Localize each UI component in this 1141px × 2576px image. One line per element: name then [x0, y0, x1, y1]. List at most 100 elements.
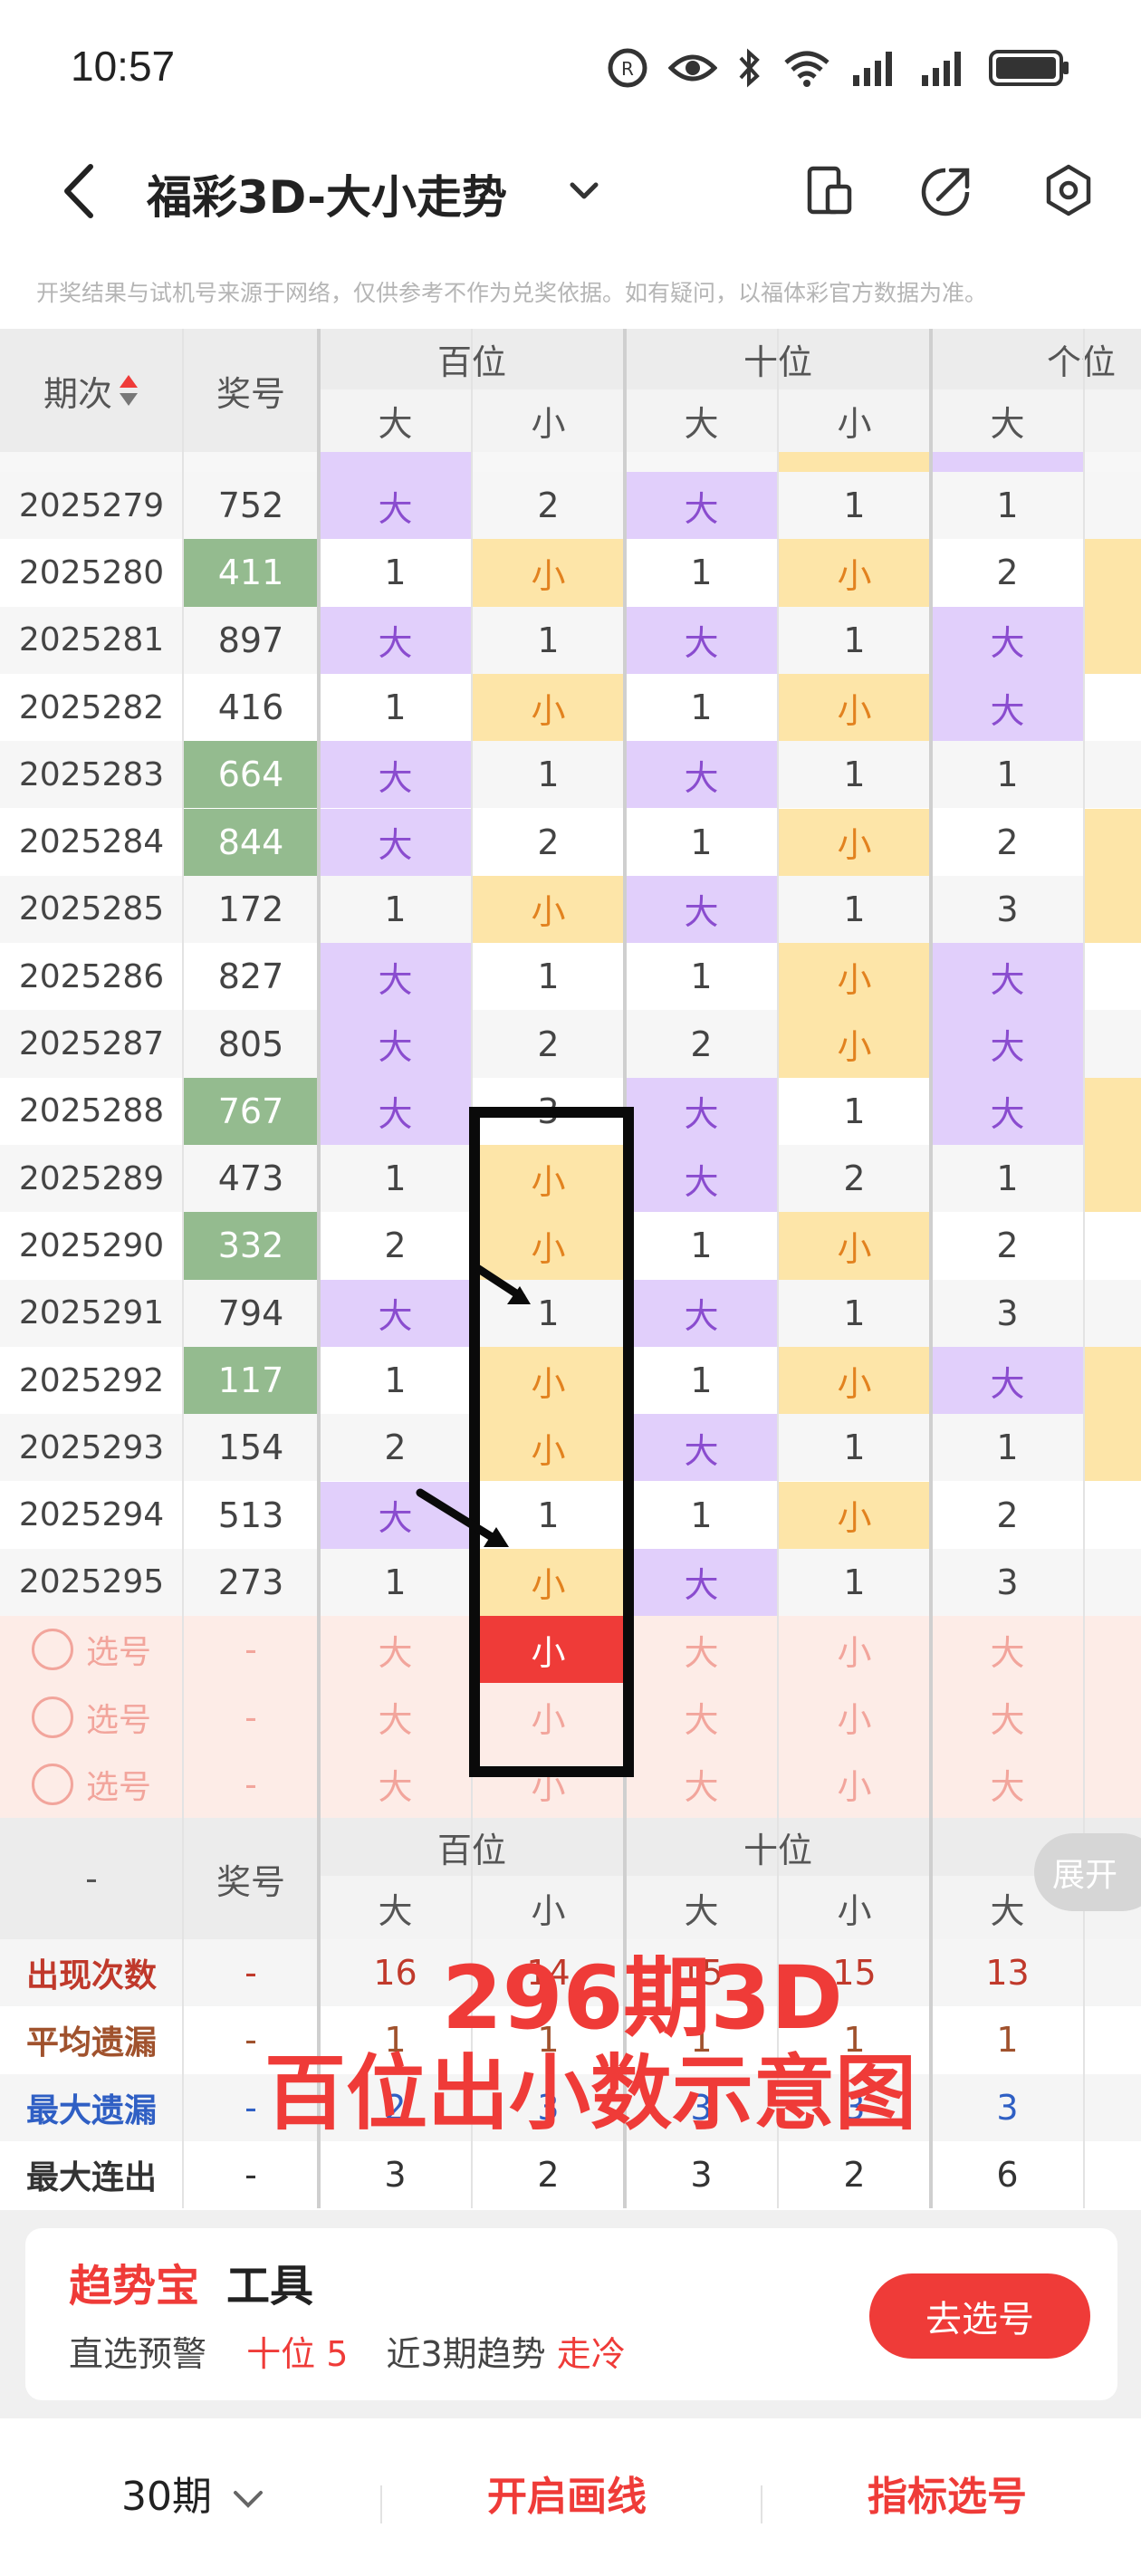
- number-column-header: 奖号: [216, 373, 285, 414]
- period-selector[interactable]: 30期: [121, 2464, 266, 2522]
- omission-count: 1: [996, 755, 1019, 795]
- omission-count: 1: [843, 1562, 866, 1602]
- omission-count: 2: [537, 485, 560, 526]
- trend-mark: 大: [319, 1010, 472, 1078]
- chevron-down-icon[interactable]: [561, 168, 607, 214]
- radio-circle-icon[interactable]: [31, 1763, 73, 1805]
- pick-row-label: 选号: [85, 1768, 151, 1806]
- summary-dash: -: [244, 2155, 257, 2196]
- omission-count: 1: [843, 620, 866, 660]
- period-header-label: 期次: [43, 373, 112, 414]
- trend-mark: 小: [778, 539, 931, 607]
- trend-mark: 小: [472, 875, 625, 944]
- eye-icon: [668, 54, 717, 82]
- device-switch-icon[interactable]: [801, 161, 858, 219]
- draw-line-button[interactable]: 开启画线: [487, 2464, 647, 2522]
- page-title[interactable]: 福彩3D-大小走势: [147, 161, 507, 226]
- period-cell: 2025286: [18, 957, 165, 995]
- period-cell: 2025293: [18, 1428, 165, 1466]
- pick-option[interactable]: 大: [625, 1616, 778, 1683]
- pick-row-toggle[interactable]: 选号: [0, 1616, 183, 1683]
- omission-count: 1: [843, 755, 866, 795]
- trend-mark: 小: [778, 1481, 931, 1549]
- pick-option[interactable]: 大: [319, 1616, 472, 1683]
- period-cell: 2025287: [18, 1025, 165, 1063]
- pick-option[interactable]: 大: [319, 1751, 472, 1818]
- pick-option[interactable]: 大: [931, 1683, 1084, 1750]
- trend-mark: 大: [319, 1279, 472, 1347]
- omission-count: 2: [996, 1495, 1019, 1535]
- omission-count: 1: [384, 889, 407, 929]
- trend-mark: 大: [625, 1145, 778, 1213]
- omission-count: 1: [996, 1158, 1019, 1199]
- partial-cell: [1084, 1549, 1141, 1616]
- partial-cell: [1084, 1280, 1141, 1347]
- grid-line: [929, 329, 933, 2209]
- pick-option[interactable]: 小: [778, 1683, 931, 1750]
- omission-count: 2: [384, 1427, 407, 1468]
- partial-cell: [1084, 674, 1141, 741]
- period-column-header[interactable]: 期次: [0, 329, 183, 452]
- sort-icon[interactable]: [118, 372, 139, 409]
- number-cell: 332: [183, 1212, 319, 1280]
- partial-cell: [1084, 741, 1141, 808]
- settings-icon[interactable]: [1040, 161, 1098, 219]
- back-icon[interactable]: [54, 159, 109, 223]
- omission-count: 2: [384, 1226, 407, 1266]
- omission-count: 1: [384, 1562, 407, 1602]
- summary-label: 出现次数: [25, 1957, 157, 1995]
- pick-row-label: 选号: [85, 1701, 151, 1739]
- trend-mark: 大: [319, 741, 472, 809]
- number-cell: 844: [183, 808, 319, 876]
- partial-cell: [1084, 1414, 1141, 1482]
- trend-mark: 大: [319, 472, 472, 540]
- pick-option[interactable]: 大: [931, 1616, 1084, 1683]
- omission-count: 1: [384, 1158, 407, 1199]
- trend-tool-card[interactable]: 趋势宝 工具 直选预警 十位 5 近3期趋势 走冷 去选号: [25, 2228, 1117, 2400]
- expand-button[interactable]: 展开: [1034, 1833, 1141, 1911]
- signal-icon: [853, 52, 892, 86]
- omission-count: 2: [690, 1024, 713, 1064]
- radio-circle-icon[interactable]: [31, 1696, 73, 1738]
- bottom-bar: 30期 开启画线 指标选号: [0, 2427, 1141, 2576]
- radio-circle-icon[interactable]: [31, 1629, 73, 1671]
- pick-row-toggle[interactable]: 选号: [0, 1751, 183, 1818]
- omission-count: 1: [690, 1360, 713, 1401]
- warn-label: 直选预警: [69, 2334, 207, 2374]
- number-cell: 794: [217, 1293, 284, 1333]
- indicator-pick-button[interactable]: 指标选号: [868, 2464, 1027, 2522]
- pick-option[interactable]: 大: [625, 1751, 778, 1818]
- omission-count: 1: [996, 485, 1019, 526]
- tool-name: 工具: [226, 2261, 314, 2312]
- pick-row-toggle[interactable]: 选号: [0, 1683, 183, 1750]
- pick-option[interactable]: 小: [778, 1616, 931, 1683]
- period-cell: 2025279: [18, 486, 165, 524]
- warn-value: 十位 5: [246, 2334, 349, 2374]
- pick-option[interactable]: 大: [931, 1751, 1084, 1818]
- signal-icon-2: [922, 52, 961, 86]
- pick-option[interactable]: 大: [319, 1683, 472, 1750]
- omission-count: 2: [996, 1226, 1019, 1266]
- pick-option[interactable]: 大: [625, 1683, 778, 1750]
- partial-cell: [1084, 808, 1141, 876]
- app-screen: 10:57 R 福彩3D-大小走势 开奖结果与试机号来源于网络，仅供参考不作为兑…: [0, 0, 1141, 2576]
- number-cell: 805: [217, 1024, 284, 1064]
- scroll-strip-small: [778, 452, 931, 472]
- trend-mark: 大: [931, 943, 1084, 1011]
- battery-icon: [989, 50, 1069, 86]
- omission-count: 2: [843, 1158, 866, 1199]
- pick-option[interactable]: 小: [778, 1751, 931, 1818]
- hd-call-icon: R: [608, 48, 647, 88]
- omission-count: 1: [384, 553, 407, 593]
- trend-mark: 大: [931, 673, 1084, 742]
- omission-count: 1: [996, 1427, 1019, 1468]
- number-cell: 411: [183, 539, 319, 607]
- position-header-2: 个位: [1047, 342, 1117, 382]
- share-icon[interactable]: [918, 161, 976, 219]
- number-cell: 416: [217, 687, 284, 728]
- summary-number-header: 奖号: [216, 1861, 285, 1902]
- go-pick-button[interactable]: 去选号: [869, 2273, 1090, 2359]
- bluetooth-icon: [739, 48, 760, 88]
- trend-mark: 小: [778, 1010, 931, 1078]
- grid-line: [317, 329, 321, 2209]
